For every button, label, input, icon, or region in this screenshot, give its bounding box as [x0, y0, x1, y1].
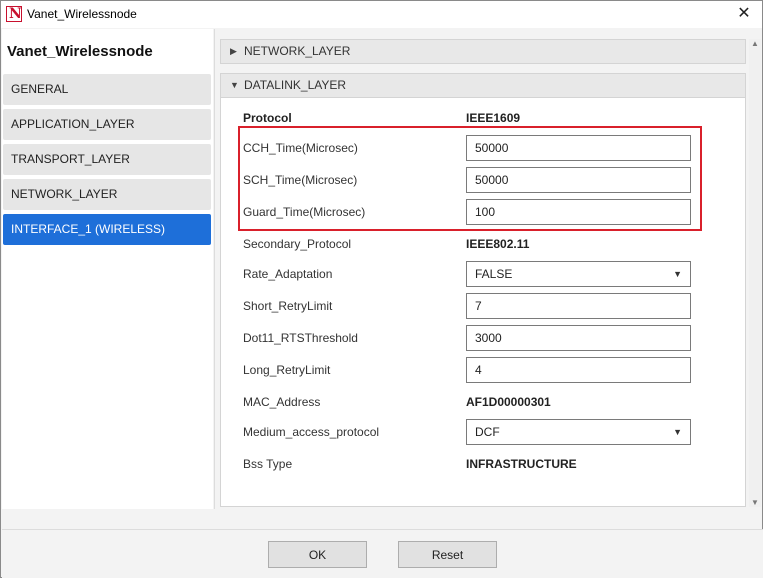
bss-type-label: Bss Type [243, 457, 293, 471]
sidebar-item-interface-1-wireless[interactable]: INTERFACE_1 (WIRELESS) [3, 214, 211, 245]
dropdown-arrow-icon: ▼ [673, 427, 682, 437]
rate-adaptation-label: Rate_Adaptation [243, 267, 333, 281]
long-retry-label: Long_RetryLimit [243, 363, 331, 377]
chevron-right-icon: ▶ [230, 46, 237, 56]
short-retry-input[interactable] [466, 293, 691, 319]
rts-threshold-input[interactable] [466, 325, 691, 351]
netsim-logo-icon: N [6, 6, 22, 22]
dialog-window: N Vanet_Wirelessnode ✕ Vanet_Wirelessnod… [0, 0, 763, 578]
sch-time-label: SCH_Time(Microsec) [243, 173, 358, 187]
protocol-label: Protocol [243, 111, 292, 125]
mac-address-value: AF1D00000301 [466, 395, 551, 409]
medium-access-value: DCF [475, 425, 500, 439]
rate-adaptation-value: FALSE [475, 267, 513, 281]
medium-access-select[interactable]: DCF ▼ [466, 419, 691, 445]
properties-panel: ▶ NETWORK_LAYER ▼ DATALINK_LAYER Protoco… [214, 29, 762, 509]
guard-time-input[interactable] [466, 199, 691, 225]
bss-type-value: INFRASTRUCTURE [466, 457, 577, 471]
reset-button[interactable]: Reset [398, 541, 497, 568]
sidebar-nav: GENERAL APPLICATION_LAYER TRANSPORT_LAYE… [3, 74, 211, 249]
guard-time-label: Guard_Time(Microsec) [243, 205, 366, 219]
section-datalink-layer[interactable]: ▼ DATALINK_LAYER [220, 73, 746, 98]
section-label: NETWORK_LAYER [244, 44, 351, 58]
mac-address-label: MAC_Address [243, 395, 321, 409]
rate-adaptation-select[interactable]: FALSE ▼ [466, 261, 691, 287]
chevron-down-icon: ▼ [230, 80, 239, 90]
sidebar-item-general[interactable]: GENERAL [3, 74, 211, 105]
window-title: Vanet_Wirelessnode [27, 7, 137, 21]
sidebar-item-network-layer[interactable]: NETWORK_LAYER [3, 179, 211, 210]
sidebar-item-application-layer[interactable]: APPLICATION_LAYER [3, 109, 211, 140]
datalink-properties: Protocol IEEE1609 CCH_Time(Microsec) SCH… [220, 98, 746, 507]
rts-threshold-label: Dot11_RTSThreshold [243, 331, 358, 345]
dropdown-arrow-icon: ▼ [673, 269, 682, 279]
medium-access-label: Medium_access_protocol [243, 425, 380, 439]
vertical-scrollbar[interactable]: ▲ ▼ [749, 39, 761, 507]
long-retry-input[interactable] [466, 357, 691, 383]
secondary-protocol-value: IEEE802.11 [466, 237, 530, 251]
sidebar-item-transport-layer[interactable]: TRANSPORT_LAYER [3, 144, 211, 175]
short-retry-label: Short_RetryLimit [243, 299, 333, 313]
protocol-value: IEEE1609 [466, 111, 521, 125]
secondary-protocol-label: Secondary_Protocol [243, 237, 352, 251]
sidebar: Vanet_Wirelessnode GENERAL APPLICATION_L… [2, 29, 213, 509]
ok-button[interactable]: OK [268, 541, 367, 568]
cch-time-label: CCH_Time(Microsec) [243, 141, 358, 155]
section-label: DATALINK_LAYER [244, 78, 347, 92]
dialog-footer: OK Reset [2, 529, 763, 578]
scroll-up-icon[interactable]: ▲ [751, 39, 759, 48]
sch-time-input[interactable] [466, 167, 691, 193]
sidebar-title: Vanet_Wirelessnode [7, 43, 153, 60]
scroll-down-icon[interactable]: ▼ [751, 498, 759, 507]
cch-time-input[interactable] [466, 135, 691, 161]
close-icon[interactable]: ✕ [734, 4, 754, 24]
title-bar: N Vanet_Wirelessnode ✕ [1, 1, 762, 28]
section-network-layer[interactable]: ▶ NETWORK_LAYER [220, 39, 746, 64]
